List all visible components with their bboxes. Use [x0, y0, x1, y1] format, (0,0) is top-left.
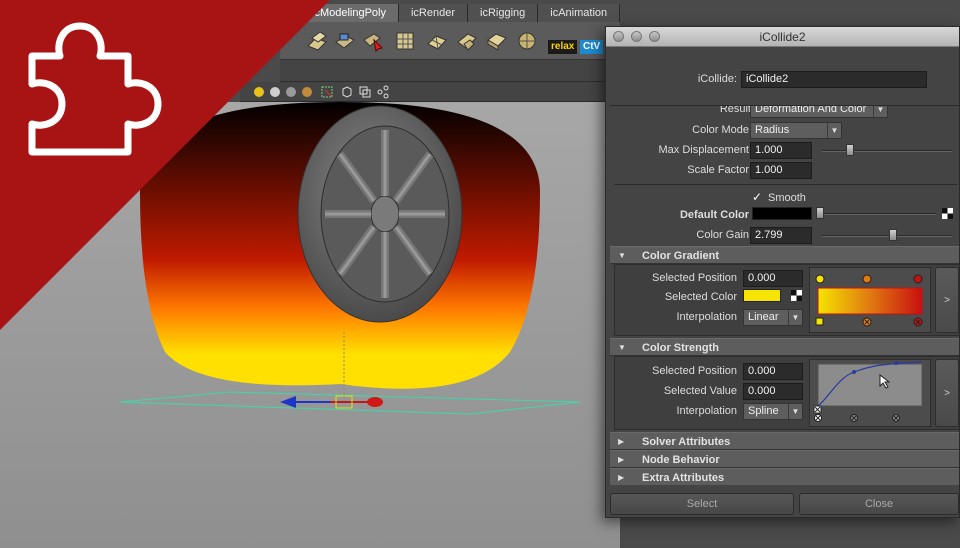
bevel-icon[interactable] [334, 30, 356, 52]
strength-interpolation-label: Interpolation [676, 405, 737, 417]
gradient-selected-color-swatch[interactable] [743, 289, 781, 302]
color-gain-field[interactable]: 2.799 [750, 227, 812, 244]
select-tool-icon[interactable] [362, 30, 384, 52]
collapsed-triangle-icon: ▶ [618, 437, 625, 446]
max-displacement-field[interactable]: 1.000 [750, 142, 812, 159]
color-strength-section-header[interactable]: ▼ Color Strength [610, 338, 959, 356]
shelf-tab-icrigging[interactable]: icRigging [468, 4, 539, 22]
expanded-triangle-icon: ▼ [618, 251, 626, 260]
texture-map-icon[interactable] [942, 208, 953, 219]
gradient-selected-position-field[interactable]: 0.000 [743, 270, 803, 287]
shelf-secondary-bar [280, 60, 620, 82]
gradient-expand-button[interactable]: > [935, 267, 959, 333]
solver-attributes-section-header[interactable]: ▶ Solver Attributes [610, 432, 959, 450]
strength-selected-value-field[interactable]: 0.000 [743, 383, 803, 400]
strength-curve-editor[interactable] [809, 359, 931, 427]
collapsed-triangle-icon: ▶ [618, 473, 625, 482]
default-color-slider-handle[interactable] [816, 207, 824, 219]
shelf-tab-icrender[interactable]: icRender [398, 4, 469, 22]
strength-selected-value-label: Selected Value [663, 385, 737, 397]
strength-selected-position-field[interactable]: 0.000 [743, 363, 803, 380]
color-mode-label: Color Mode [692, 124, 749, 136]
ramp-stop-delete-icon[interactable] [862, 317, 872, 327]
scale-factor-field[interactable]: 1.000 [750, 162, 812, 179]
color-gain-slider-track[interactable] [822, 235, 952, 237]
gradient-selected-color-label: Selected Color [664, 291, 737, 303]
collapsed-triangle-icon: ▶ [618, 455, 625, 464]
subdivide-icon[interactable] [426, 30, 448, 52]
ctv-shelf-button[interactable]: CtV [580, 40, 604, 54]
ramp-stop-delete-icon[interactable] [913, 317, 923, 327]
cut-faces-icon[interactable] [456, 30, 478, 52]
strength-selected-position-label: Selected Position [652, 365, 737, 377]
ramp-stop-red[interactable] [913, 274, 923, 284]
ramp-stop-yellow[interactable] [815, 274, 825, 284]
curve-point-delete-icon[interactable] [892, 414, 900, 422]
chevron-down-icon: ▼ [788, 310, 802, 325]
strength-interpolation-dropdown[interactable]: Spline ▼ [743, 403, 803, 420]
color-gain-slider-handle[interactable] [889, 229, 897, 241]
strength-expand-button[interactable]: > [935, 359, 959, 427]
node-name-field[interactable]: iCollide2 [741, 71, 927, 88]
smooth-label: Smooth [768, 192, 806, 204]
default-color-swatch[interactable] [752, 207, 812, 220]
x-ray-icon[interactable] [358, 85, 372, 99]
ramp-stop-orange[interactable] [862, 274, 872, 284]
color-gain-label: Color Gain [696, 229, 749, 241]
color-mode-dropdown[interactable]: Radius ▼ [750, 122, 842, 139]
color-gradient-section: Selected Position 0.000 Selected Color I… [614, 264, 959, 336]
shelf-tab-bar: icModelingPoly icRender icRigging icAnim… [300, 4, 621, 22]
max-displacement-slider-track[interactable] [822, 150, 952, 152]
ramp-stop-square-yellow[interactable] [815, 317, 824, 326]
result-dropdown[interactable]: Deformation And Color ▼ [750, 106, 888, 118]
shelf: relax CtV [280, 22, 620, 60]
gradient-interpolation-label: Interpolation [676, 311, 737, 323]
extra-attributes-section-header[interactable]: ▶ Extra Attributes [610, 468, 959, 485]
curve-point-delete-icon[interactable] [814, 414, 822, 422]
default-color-label: Default Color [679, 209, 749, 221]
joint-xray-icon[interactable] [376, 85, 390, 99]
max-displacement-label: Max Displacement [658, 144, 749, 156]
node-name-row: iCollide: iCollide2 [606, 71, 959, 91]
cube-icon[interactable] [340, 85, 354, 99]
chevron-down-icon: ▼ [827, 123, 841, 138]
curve-point-delete-icon[interactable] [813, 405, 822, 414]
close-button[interactable]: Close [799, 493, 959, 515]
sphere-icon[interactable] [516, 30, 538, 52]
scale-factor-label: Scale Factor [687, 164, 749, 176]
node-name-label: iCollide: [697, 73, 737, 85]
result-label: Result [719, 105, 751, 115]
dialog-title: iCollide2 [759, 30, 806, 44]
smooth-checkbox[interactable]: ✓ [752, 191, 764, 203]
gradient-preview [817, 287, 923, 315]
node-behavior-section-header[interactable]: ▶ Node Behavior [610, 450, 959, 468]
color-ramp-editor[interactable] [809, 267, 931, 333]
texture-map-icon[interactable] [791, 290, 802, 301]
gradient-selected-position-label: Selected Position [652, 272, 737, 284]
divider [614, 184, 957, 185]
bridge-icon[interactable] [486, 30, 508, 52]
chevron-down-icon: ▼ [788, 404, 802, 419]
color-gradient-section-header[interactable]: ▼ Color Gradient [610, 246, 959, 264]
plugin-badge [0, 0, 330, 330]
grid-plane-icon[interactable] [394, 30, 416, 52]
curve-point-delete-icon[interactable] [850, 414, 858, 422]
gradient-interpolation-dropdown[interactable]: Linear ▼ [743, 309, 803, 326]
default-color-slider-track[interactable] [818, 213, 936, 215]
color-strength-section: Selected Position 0.000 Selected Value 0… [614, 356, 959, 430]
relax-shelf-button[interactable]: relax [548, 40, 578, 54]
shelf-tab-icanimation[interactable]: icAnimation [538, 4, 621, 22]
max-displacement-slider-handle[interactable] [846, 144, 854, 156]
icollide-dialog: iCollide2 iCollide: iCollide2 Result Def… [605, 26, 960, 518]
select-button[interactable]: Select [610, 493, 794, 515]
expanded-triangle-icon: ▼ [618, 343, 626, 352]
dialog-titlebar[interactable]: iCollide2 [606, 27, 959, 47]
attribute-scroll-area[interactable]: Result Deformation And Color ▼ Color Mode… [610, 105, 959, 485]
chevron-down-icon: ▼ [873, 106, 887, 117]
